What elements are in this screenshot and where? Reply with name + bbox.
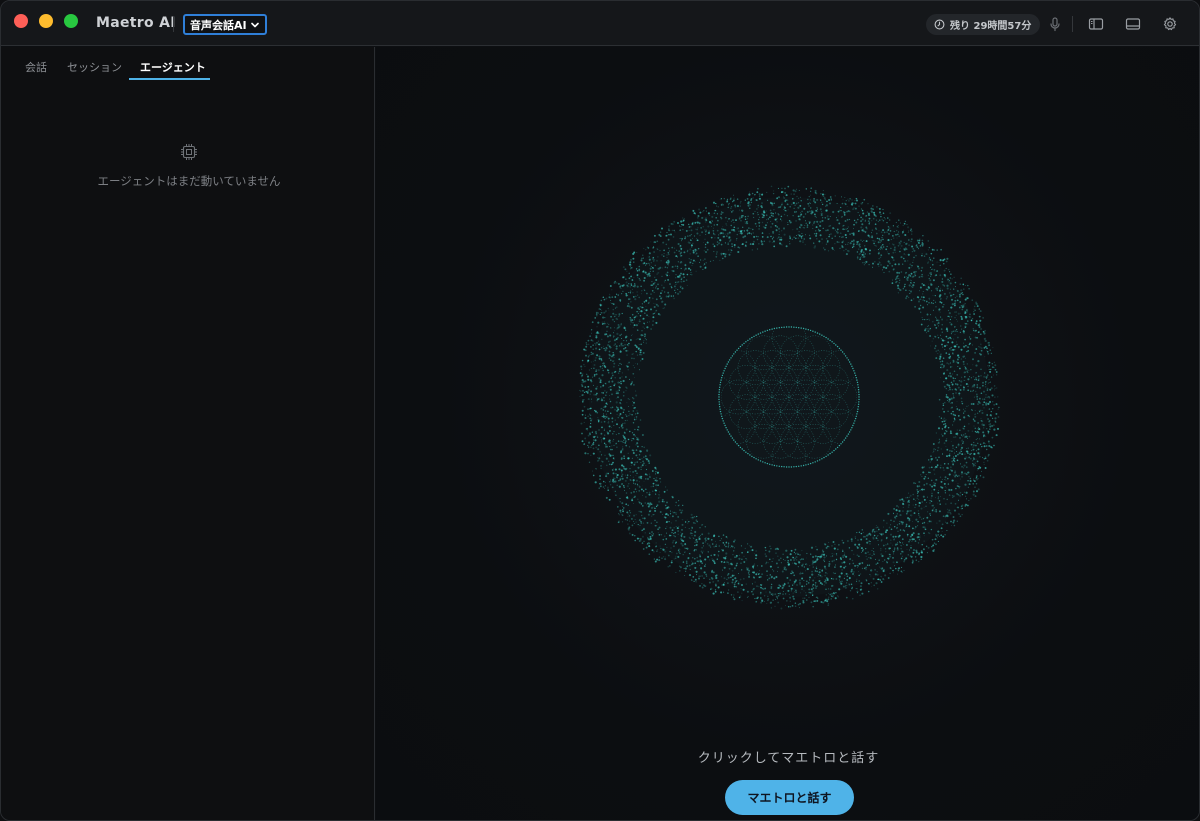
tab-sessions[interactable]: セッション [67, 59, 122, 75]
agents-empty-message: エージェントはまだ動いていません [97, 174, 281, 188]
voice-prompt-text: クリックしてマエトロと話す [697, 751, 880, 766]
mode-dropdown-label: 音声会話AI [190, 18, 247, 32]
timer-icon [934, 19, 945, 30]
close-window-button[interactable] [14, 14, 28, 28]
mode-dropdown[interactable]: 音声会話AI [183, 14, 267, 35]
tab-agents[interactable]: エージェント [140, 59, 206, 75]
gear-icon[interactable] [1162, 16, 1178, 32]
tab-conversation[interactable]: 会話 [25, 59, 47, 75]
remaining-time-text: 残り 29時間57分 [950, 21, 1032, 32]
zoom-window-button[interactable] [64, 14, 78, 28]
title-bar: Maetro AI 音声会話AI 残り 29時間57分 [1, 1, 1199, 46]
microphone-icon[interactable] [1047, 16, 1063, 32]
talk-to-maetro-button[interactable]: マエトロと話す [725, 780, 854, 815]
sidebar-toggle-icon[interactable] [1088, 16, 1104, 32]
active-tab-indicator [129, 78, 210, 80]
title-divider [173, 16, 174, 32]
minimize-window-button[interactable] [39, 14, 53, 28]
sidebar-tabs: 会話 セッション エージェント [1, 47, 374, 81]
app-window: Maetro AI 音声会話AI 残り 29時間57分 会話 セッション エージ… [0, 0, 1200, 821]
sidebar: 会話 セッション エージェント エージェントはまだ動いていません [1, 47, 375, 820]
panel-toggle-icon[interactable] [1125, 16, 1141, 32]
toolbar-divider [1072, 16, 1073, 32]
voice-visualizer[interactable] [576, 184, 1002, 610]
chip-icon [181, 144, 197, 160]
app-title: Maetro AI [96, 15, 176, 31]
chevron-down-icon [250, 22, 259, 27]
remaining-time-badge: 残り 29時間57分 [926, 14, 1041, 35]
